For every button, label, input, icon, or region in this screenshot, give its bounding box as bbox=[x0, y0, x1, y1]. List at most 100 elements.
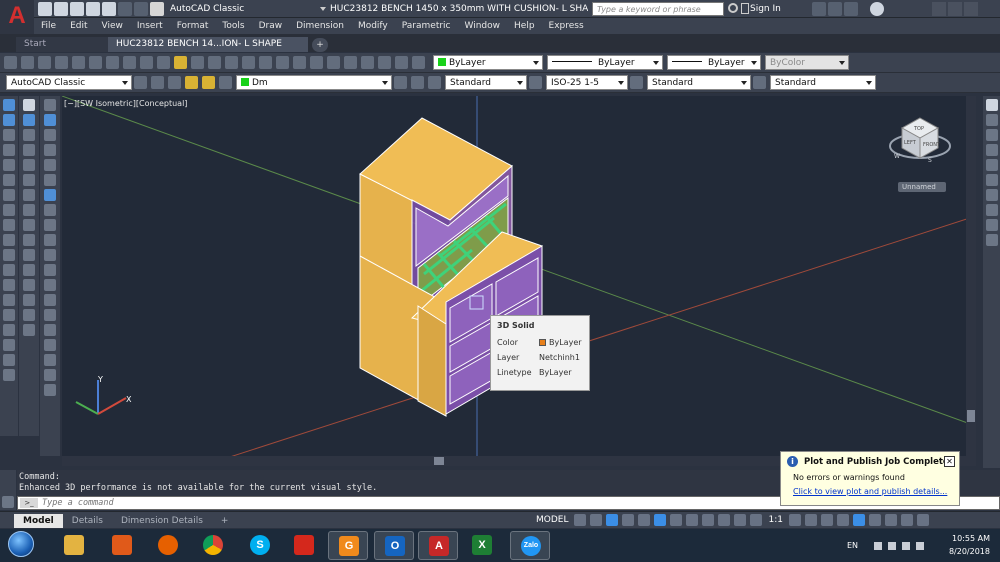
nav-fly-icon[interactable] bbox=[985, 174, 998, 186]
taskbar-app-foxit[interactable]: G bbox=[328, 531, 368, 560]
recent-commands-button[interactable]: >_ bbox=[20, 498, 38, 508]
nav-camera-icon[interactable] bbox=[985, 219, 998, 231]
region-icon[interactable] bbox=[3, 339, 15, 351]
command-window-handle[interactable] bbox=[0, 470, 16, 510]
isodraft-icon[interactable] bbox=[638, 514, 651, 526]
redo-icon[interactable] bbox=[225, 56, 238, 69]
taskbar-app-skype[interactable]: S bbox=[240, 531, 280, 560]
chevron-down-icon[interactable] bbox=[320, 7, 327, 11]
table-style-icon[interactable] bbox=[630, 76, 643, 89]
taskbar-app-zalo[interactable]: Zalo bbox=[510, 531, 550, 560]
polysolid-icon[interactable] bbox=[44, 99, 56, 111]
color-control[interactable]: ByLayer bbox=[433, 55, 543, 70]
plot-publish-tray-icon[interactable] bbox=[884, 514, 897, 526]
redo-icon[interactable] bbox=[134, 2, 148, 16]
notification-close-button[interactable]: ✕ bbox=[944, 456, 955, 467]
design-center-icon[interactable] bbox=[327, 56, 340, 69]
stretch-icon[interactable] bbox=[23, 219, 35, 231]
taskbar-app-autocad[interactable]: A bbox=[418, 531, 458, 560]
drawing-viewport[interactable]: Y X TOP FRONT LEFT W S [−][SW Isometric]… bbox=[62, 96, 976, 466]
layer-lock-icon[interactable] bbox=[219, 76, 232, 89]
make-block-icon[interactable] bbox=[3, 279, 15, 291]
markup-icon[interactable] bbox=[378, 56, 391, 69]
snap-icon[interactable] bbox=[590, 514, 603, 526]
table-style-control[interactable]: Standard bbox=[647, 75, 751, 90]
viewport-controls-label[interactable]: [−][SW Isometric][Conceptual] bbox=[64, 99, 187, 108]
search-input[interactable]: Type a keyword or phrase bbox=[592, 2, 724, 16]
save-as-icon[interactable] bbox=[86, 2, 100, 16]
tab-drawing[interactable]: HUC23812 BENCH 14...ION- L SHAPE LEG * bbox=[108, 37, 308, 64]
intersect-icon[interactable] bbox=[44, 354, 56, 366]
taskbar-app-outlook[interactable]: O bbox=[374, 531, 414, 560]
cylinder-icon[interactable] bbox=[44, 174, 56, 186]
viewcube[interactable] bbox=[889, 117, 951, 159]
nav-pan-icon[interactable] bbox=[985, 114, 998, 126]
taskbar-app-chrome[interactable] bbox=[193, 531, 233, 560]
insert-block-icon[interactable] bbox=[3, 264, 15, 276]
text-style-icon[interactable] bbox=[428, 76, 441, 89]
gradient-icon[interactable] bbox=[3, 324, 15, 336]
vertical-scroll-thumb[interactable] bbox=[967, 410, 975, 422]
taskbar-app-media[interactable] bbox=[102, 531, 142, 560]
array-icon[interactable] bbox=[23, 159, 35, 171]
polar-icon[interactable] bbox=[622, 514, 635, 526]
layer-previous-icon[interactable] bbox=[411, 76, 424, 89]
break-icon[interactable] bbox=[23, 264, 35, 276]
workspace-combo[interactable]: AutoCAD Classic bbox=[6, 75, 132, 90]
rectangle-icon[interactable] bbox=[3, 159, 15, 171]
account-icon[interactable] bbox=[844, 2, 858, 16]
text-style-control[interactable]: Standard bbox=[445, 75, 527, 90]
application-menu-button[interactable]: A bbox=[0, 0, 34, 34]
nav-orbit-icon[interactable] bbox=[985, 129, 998, 141]
match-properties-icon[interactable] bbox=[174, 56, 187, 69]
new-tab-button[interactable]: + bbox=[312, 37, 328, 52]
menu-view[interactable]: View bbox=[95, 18, 130, 34]
spline-icon[interactable] bbox=[3, 219, 15, 231]
taskbar-app-excel[interactable]: X bbox=[462, 531, 502, 560]
offset-icon[interactable] bbox=[23, 144, 35, 156]
properties-icon[interactable] bbox=[310, 56, 323, 69]
torus-icon[interactable] bbox=[44, 189, 56, 201]
dim-style-control[interactable]: ISO-25 1-5 bbox=[546, 75, 628, 90]
menu-help[interactable]: Help bbox=[507, 18, 542, 34]
taskbar-app-acrobat[interactable] bbox=[284, 531, 324, 560]
pyramid-icon[interactable] bbox=[44, 204, 56, 216]
sign-in-link[interactable]: Sign In bbox=[750, 2, 781, 16]
sheet-set-icon[interactable] bbox=[361, 56, 374, 69]
horizontal-scroll-thumb[interactable] bbox=[434, 457, 444, 465]
new-icon[interactable] bbox=[4, 56, 17, 69]
layout-tab-details[interactable]: Details bbox=[63, 514, 112, 528]
menu-draw[interactable]: Draw bbox=[252, 18, 290, 34]
cart-icon[interactable] bbox=[812, 2, 826, 16]
extrude-icon[interactable] bbox=[44, 249, 56, 261]
help-icon[interactable] bbox=[870, 2, 884, 16]
plot-icon[interactable] bbox=[55, 56, 68, 69]
auto-scale-icon[interactable] bbox=[750, 514, 763, 526]
ellipse-icon[interactable] bbox=[3, 234, 15, 246]
nav-walk-icon[interactable] bbox=[985, 159, 998, 171]
selection-cycling-icon[interactable] bbox=[718, 514, 731, 526]
clock-date[interactable]: 8/20/2018 bbox=[930, 547, 990, 556]
revolve-icon[interactable] bbox=[44, 294, 56, 306]
arc-icon[interactable] bbox=[3, 174, 15, 186]
workspace-lock-icon[interactable] bbox=[151, 76, 164, 89]
sphere-icon[interactable] bbox=[44, 159, 56, 171]
workspace-gear-icon[interactable] bbox=[150, 2, 164, 16]
subtract-icon[interactable] bbox=[44, 339, 56, 351]
pan-icon[interactable] bbox=[242, 56, 255, 69]
object-snap-icon[interactable] bbox=[670, 514, 683, 526]
layer-control[interactable]: Dm bbox=[236, 75, 392, 90]
workspace-switch-gear-icon[interactable] bbox=[788, 514, 801, 526]
menu-express[interactable]: Express bbox=[542, 18, 591, 34]
command-input[interactable] bbox=[42, 497, 742, 509]
clock-time[interactable]: 10:55 AM bbox=[930, 534, 990, 543]
ucs-menu[interactable]: Unnamed bbox=[898, 182, 946, 192]
cut-icon[interactable] bbox=[123, 56, 136, 69]
menu-modify[interactable]: Modify bbox=[351, 18, 395, 34]
customize-wrench-icon[interactable] bbox=[2, 496, 14, 508]
layer-on-lightbulb-icon[interactable] bbox=[185, 76, 198, 89]
3d-move-icon[interactable] bbox=[44, 369, 56, 381]
hardware-acceleration-icon[interactable] bbox=[852, 514, 865, 526]
cone-icon[interactable] bbox=[44, 144, 56, 156]
join-icon[interactable] bbox=[23, 279, 35, 291]
